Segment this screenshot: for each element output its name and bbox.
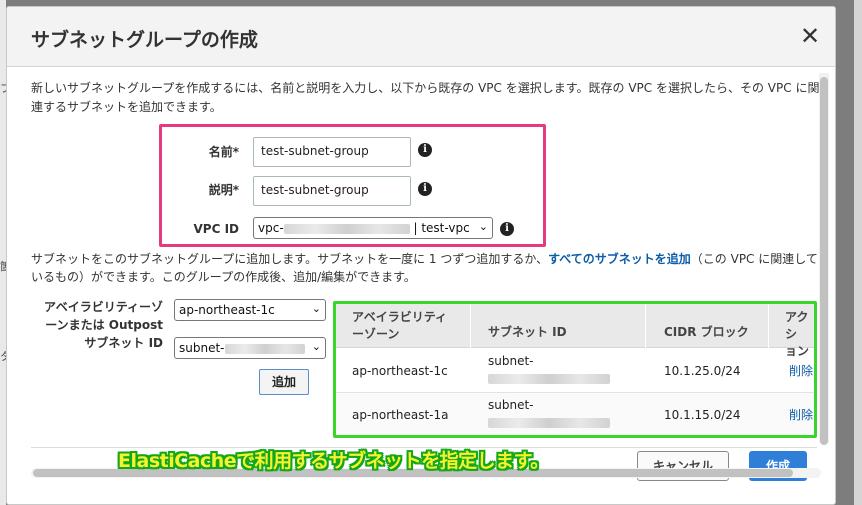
delete-link[interactable]: 削除 bbox=[789, 363, 813, 380]
column-header-cidr: CIDR ブロック bbox=[664, 325, 749, 339]
name-label: 名前* bbox=[208, 145, 239, 159]
add-all-subnets-link[interactable]: すべてのサブネットを追加 bbox=[548, 252, 691, 266]
subnet-id-cell: subnet- bbox=[488, 353, 610, 387]
background-page-right bbox=[854, 0, 862, 505]
table-row: ap-northeast-1c subnet- 10.1.25.0/24 削除 bbox=[336, 349, 814, 393]
create-subnet-group-dialog: サブネットグループの作成 ✕ 新しいサブネットグループを作成するには、名前と説明… bbox=[6, 6, 836, 505]
subnet-prefix: subnet- bbox=[179, 341, 225, 355]
subnet-select[interactable]: subnet- ⌄ bbox=[174, 337, 326, 359]
redacted-subnet-id bbox=[488, 417, 610, 428]
subnet-description-text: サブネットをこのサブネットグループに追加します。サブネットを一度に 1 つずつ追… bbox=[31, 252, 549, 266]
chevron-down-icon: ⌄ bbox=[311, 302, 321, 315]
info-icon[interactable]: i bbox=[418, 182, 432, 196]
chevron-down-icon: ⌄ bbox=[478, 220, 488, 233]
table-row: ap-northeast-1a subnet- 10.1.15.0/24 削除 bbox=[336, 393, 814, 435]
scrollbar-thumb[interactable] bbox=[820, 77, 828, 445]
cidr-cell: 10.1.25.0/24 bbox=[664, 364, 741, 378]
vpc-name: | test-vpc bbox=[413, 221, 470, 235]
subnet-description: サブネットをこのサブネットグループに追加します。サブネットを一度に 1 つずつ追… bbox=[31, 250, 821, 286]
az-label-line1: アベイラビリティーゾ bbox=[43, 300, 163, 314]
az-label: アベイラビリティーゾ ーンまたは Outpost サブネット ID bbox=[31, 298, 163, 352]
dialog-title: サブネットグループの作成 bbox=[31, 29, 258, 51]
column-divider bbox=[470, 304, 471, 348]
cidr-cell: 10.1.15.0/24 bbox=[664, 408, 741, 422]
column-header-az-line1: アベイラビリティ bbox=[352, 310, 448, 324]
annotation-caption: ElastiCacheで利用するサブネットを指定します。 bbox=[118, 450, 549, 472]
redacted-subnet-id bbox=[488, 373, 610, 384]
info-icon[interactable]: i bbox=[418, 143, 432, 157]
description-label: 説明* bbox=[208, 183, 239, 197]
subnet-id-cell: subnet- bbox=[488, 397, 610, 431]
description-input[interactable]: test-subnet-group bbox=[253, 176, 411, 206]
subnet-id-prefix: subnet- bbox=[488, 398, 534, 412]
az-select[interactable]: ap-northeast-1c ⌄ bbox=[174, 299, 326, 321]
subnet-table: アベイラビリティ ーゾーン サブネット ID CIDR ブロック アクシ ョン … bbox=[333, 301, 817, 438]
column-divider bbox=[645, 304, 646, 348]
column-divider bbox=[768, 304, 769, 348]
delete-link[interactable]: 削除 bbox=[789, 407, 813, 424]
vpc-select[interactable]: vpc- | test-vpc ⌄ bbox=[253, 217, 493, 239]
az-selected-value: ap-northeast-1c bbox=[179, 303, 275, 317]
az-label-line2: ーンまたは Outpost bbox=[45, 318, 163, 332]
redacted-subnet-id bbox=[224, 343, 305, 354]
subnet-id-prefix: subnet- bbox=[488, 354, 534, 368]
info-icon[interactable]: i bbox=[500, 222, 514, 236]
close-icon[interactable]: ✕ bbox=[797, 23, 823, 49]
column-header-az-line2: ーゾーン bbox=[352, 327, 400, 341]
az-cell: ap-northeast-1c bbox=[352, 364, 448, 378]
vpc-prefix: vpc- bbox=[258, 221, 284, 235]
vpc-id-label: VPC ID bbox=[193, 222, 240, 236]
add-subnet-button[interactable]: 追加 bbox=[259, 369, 309, 395]
az-cell: ap-northeast-1a bbox=[352, 408, 449, 422]
column-header-subnet-id: サブネット ID bbox=[488, 325, 567, 339]
dialog-header: サブネットグループの作成 ✕ bbox=[7, 7, 835, 67]
column-header-action-line1: アクシ bbox=[785, 310, 809, 341]
intro-text: 新しいサブネットグループを作成するには、名前と説明を入力し、以下から既存の VP… bbox=[31, 81, 820, 114]
table-header: アベイラビリティ ーゾーン サブネット ID CIDR ブロック アクシ ョン bbox=[336, 304, 814, 358]
column-header-az: アベイラビリティ ーゾーン bbox=[352, 309, 447, 343]
subnet-id-label: サブネット ID bbox=[84, 336, 163, 350]
name-input[interactable]: test-subnet-group bbox=[253, 137, 411, 167]
chevron-down-icon: ⌄ bbox=[311, 340, 321, 353]
redacted-vpc-id bbox=[283, 223, 410, 234]
